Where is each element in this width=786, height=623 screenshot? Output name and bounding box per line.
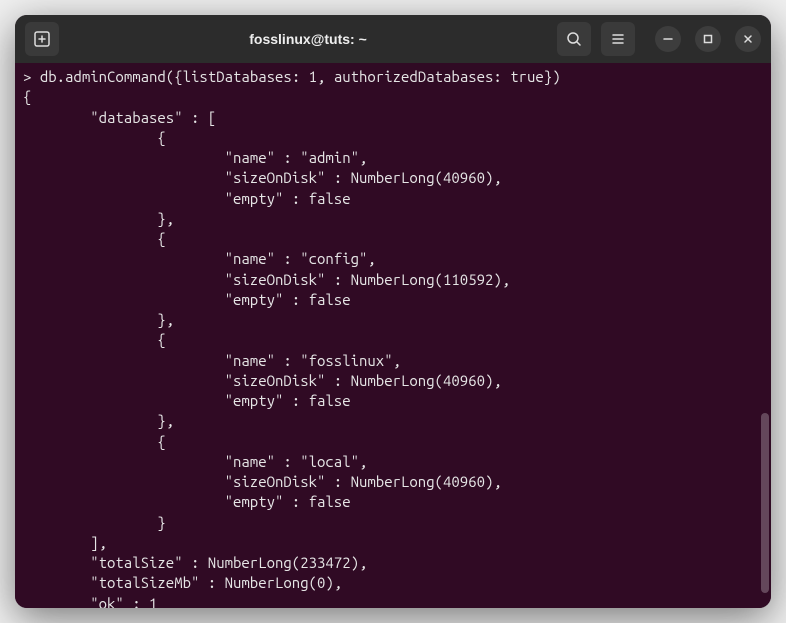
- titlebar-right: [557, 22, 761, 56]
- output-text: { "databases" : [ { "name" : "admin", "s…: [23, 88, 510, 608]
- search-button[interactable]: [557, 22, 591, 56]
- titlebar-left: [25, 22, 59, 56]
- hamburger-icon: [610, 31, 626, 47]
- new-tab-icon: [34, 31, 50, 47]
- minimize-icon: [663, 34, 673, 44]
- search-icon: [566, 31, 582, 47]
- window-title: fosslinux@tuts: ~: [67, 31, 549, 47]
- close-button[interactable]: [735, 26, 761, 52]
- close-icon: [743, 34, 753, 44]
- terminal-content[interactable]: > db.adminCommand({listDatabases: 1, aut…: [15, 63, 771, 608]
- titlebar: fosslinux@tuts: ~: [15, 15, 771, 63]
- maximize-button[interactable]: [695, 26, 721, 52]
- scrollbar[interactable]: [761, 413, 769, 593]
- minimize-button[interactable]: [655, 26, 681, 52]
- menu-button[interactable]: [601, 22, 635, 56]
- new-tab-button[interactable]: [25, 22, 59, 56]
- terminal-window: fosslinux@tuts: ~: [15, 15, 771, 608]
- prompt-char: >: [23, 68, 31, 85]
- prompt-line: > db.adminCommand({listDatabases: 1, aut…: [23, 68, 561, 85]
- command-text: db.adminCommand({listDatabases: 1, autho…: [40, 68, 561, 85]
- window-controls: [655, 26, 761, 52]
- maximize-icon: [703, 34, 713, 44]
